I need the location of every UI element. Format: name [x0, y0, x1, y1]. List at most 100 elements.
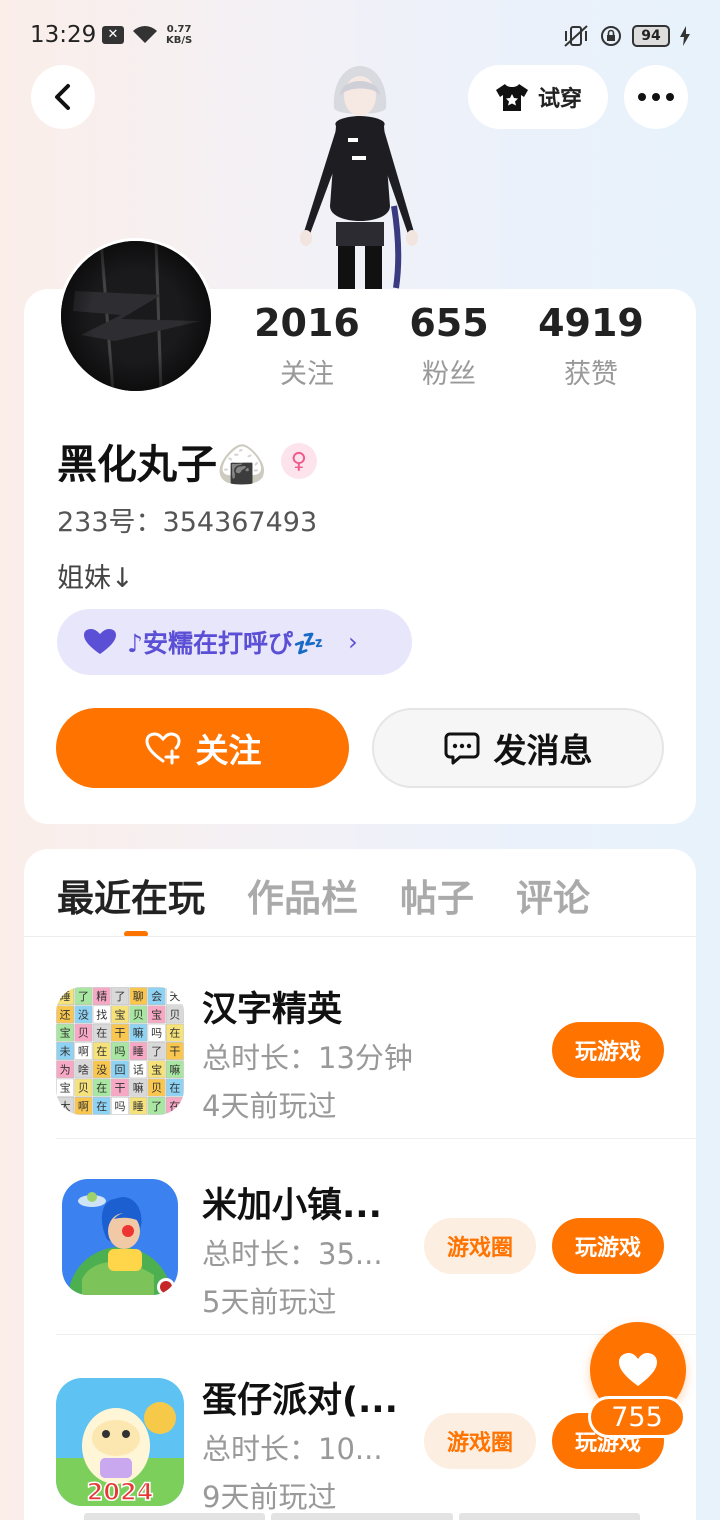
hanzi-cell-char: 会 — [151, 990, 162, 1003]
game-row[interactable]: 睡了精了聊会天还没找宝贝宝贝宝贝在干嘛吗在未啊在吗睡了干为啥没回话宝嘛宝贝在干嘛… — [24, 943, 696, 1139]
hanzi-cell: 吗 — [111, 1096, 129, 1115]
hanzi-cell-char: 贝 — [133, 1008, 144, 1021]
tab-comments[interactable]: 评论 — [516, 868, 590, 922]
follow-label: 关注 — [195, 731, 262, 770]
hanzi-cell-char: 在 — [96, 1045, 107, 1058]
hanzi-cell: 睡 — [129, 1096, 148, 1115]
hanzi-cell: 啊 — [74, 1096, 93, 1115]
play-game-button[interactable]: 玩游戏 — [552, 1022, 664, 1078]
status-pill[interactable]: ♪安糯在打呼ぴ💤 › — [57, 609, 412, 675]
user-id[interactable]: 233号：354367493 — [57, 500, 317, 539]
vibrate-off-icon — [564, 25, 588, 47]
hanzi-cell-char: 睡 — [60, 990, 71, 1003]
game-last-played: 4天前玩过 — [202, 1089, 337, 1123]
hanzi-cell-char: 宝 — [115, 1007, 126, 1021]
hanzi-cell: 嘛 — [129, 1023, 148, 1042]
hanzi-cell: 宝 — [111, 1005, 129, 1024]
game-last-played: 9天前玩过 — [202, 1480, 337, 1514]
heart-icon — [619, 1353, 657, 1386]
hanzi-cell: 回 — [111, 1060, 129, 1079]
stat-following-label: 关注 — [280, 359, 334, 390]
status-text: ♪安糯在打呼ぴ💤 — [127, 629, 325, 658]
hanzi-cell-char: 啥 — [78, 1062, 89, 1076]
message-button[interactable]: 发消息 — [372, 708, 664, 788]
hanzi-cell: 在 — [92, 1023, 111, 1042]
hanzi-cell-char: 了 — [115, 990, 126, 1003]
charging-icon — [680, 26, 690, 46]
hanzi-cell-char: 宝 — [60, 1026, 71, 1040]
hanzi-cell: 睡 — [56, 987, 75, 1006]
try-on-button[interactable]: 试穿 — [468, 65, 608, 129]
avatar-image — [61, 241, 211, 391]
game-circle-button[interactable]: 游戏圈 — [424, 1218, 536, 1274]
play-game-button[interactable]: 玩游戏 — [552, 1218, 664, 1274]
hanzi-cell: 为 — [56, 1060, 75, 1079]
avatar-figure[interactable] — [296, 56, 424, 290]
nickname: 黑化丸子🍙 — [57, 442, 267, 488]
stat-followers[interactable]: 655 粉丝 — [378, 300, 520, 400]
hanzi-cell: 宝 — [56, 1023, 75, 1042]
hanzi-cell-char: 在 — [96, 1100, 107, 1113]
back-button[interactable] — [31, 65, 95, 129]
hanzi-cell: 啊 — [74, 1042, 93, 1060]
hanzi-cell: 在 — [165, 1096, 184, 1115]
hanzi-cell: 在 — [165, 1078, 184, 1097]
hanzi-cell-char: 了 — [151, 1100, 162, 1113]
status-time: 13:29 — [30, 22, 97, 48]
battery-level: 94 — [632, 25, 670, 47]
more-button[interactable] — [624, 65, 688, 129]
game-row[interactable]: 米加小镇... 总时长：35... 5天前玩过 游戏圈 玩游戏 — [24, 1139, 696, 1335]
game-circle-button[interactable]: 游戏圈 — [424, 1413, 536, 1469]
wifi-icon — [133, 26, 157, 43]
female-gender-icon: ♀ — [280, 443, 317, 479]
nickname-row: 黑化丸子🍙 ♀ — [57, 432, 317, 490]
hanzi-cell-char: 嘛 — [133, 1026, 144, 1040]
hanzi-cell-char: 啊 — [78, 1100, 89, 1113]
game-icon-eggy-party: 2024 — [56, 1378, 184, 1506]
hanzi-cell-char: 大 — [60, 1099, 71, 1113]
stat-following[interactable]: 2016 关注 — [236, 300, 378, 400]
hanzi-cell-char: 啊 — [78, 1045, 89, 1058]
avatar[interactable] — [58, 238, 214, 394]
hanzi-cell-char: 聊 — [133, 989, 144, 1003]
hanzi-cell-char: 嘛 — [169, 1062, 180, 1076]
chevron-right-icon: › — [348, 628, 358, 656]
hanzi-cell-char: 宝 — [151, 1007, 162, 1021]
hanzi-cell-char: 吗 — [115, 1045, 126, 1058]
hanzi-cell-char: 宝 — [151, 1062, 162, 1076]
back-arrow-icon — [55, 84, 70, 110]
miga-town-image — [62, 1179, 178, 1295]
stat-likes[interactable]: 4919 获赞 — [520, 300, 662, 400]
hanzi-cell: 贝 — [129, 1005, 148, 1024]
tshirt-icon — [495, 84, 528, 111]
hanzi-cell-char: 找 — [96, 1007, 107, 1021]
follow-button[interactable]: 关注 — [56, 708, 349, 788]
hanzi-cell: 了 — [147, 1042, 166, 1060]
hanzi-cell: 精 — [92, 987, 111, 1006]
hanzi-cell: 找 — [92, 1005, 111, 1024]
hanzi-cell: 宝 — [147, 1060, 166, 1079]
tab-works[interactable]: 作品栏 — [247, 868, 358, 922]
game-name: 汉字精英 — [202, 990, 343, 1030]
hanzi-cell: 天 — [165, 987, 184, 1006]
hanzi-cell: 会 — [147, 987, 166, 1006]
hanzi-cell-char: 贝 — [151, 1082, 162, 1095]
stat-following-value: 2016 — [254, 301, 360, 345]
hanzi-cell: 了 — [147, 1096, 166, 1115]
game-duration: 总时长：35... — [202, 1237, 383, 1271]
hanzi-cell-char: 了 — [151, 1045, 162, 1058]
tab-posts[interactable]: 帖子 — [400, 868, 474, 922]
hanzi-cell-char: 精 — [96, 990, 107, 1003]
hanzi-cell: 干 — [111, 1078, 129, 1097]
hanzi-grid-image: 睡了精了聊会天还没找宝贝宝贝宝贝在干嘛吗在未啊在吗睡了干为啥没回话宝嘛宝贝在干嘛… — [56, 987, 184, 1115]
hanzi-cell: 大 — [56, 1096, 75, 1115]
game-icon-miga — [62, 1179, 178, 1295]
try-on-label: 试穿 — [537, 87, 582, 112]
stat-likes-value: 4919 — [538, 301, 644, 345]
hanzi-cell-char: 在 — [169, 1100, 180, 1113]
game-last-played: 5天前玩过 — [202, 1285, 337, 1319]
hanzi-cell: 还 — [56, 1005, 75, 1024]
notification-x-icon: ✕ — [102, 26, 124, 44]
bottom-strip-segment — [458, 1513, 640, 1520]
tab-recent-play[interactable]: 最近在玩 — [57, 868, 205, 922]
